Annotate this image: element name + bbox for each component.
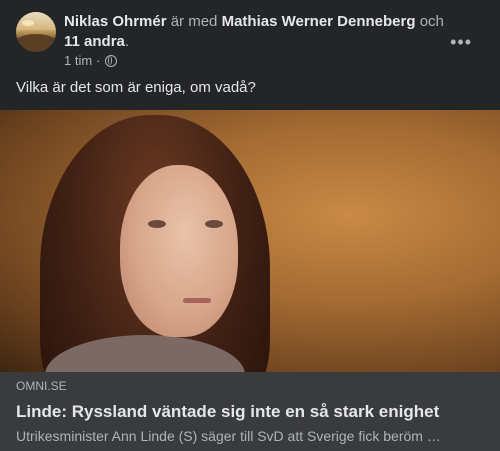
- author-avatar[interactable]: [16, 12, 56, 52]
- feed-post: Niklas Ohrmér är med Mathias Werner Denn…: [0, 0, 500, 451]
- and-text: och: [419, 13, 444, 30]
- link-description: Utrikesminister Ann Linde (S) säger till…: [16, 428, 441, 444]
- post-meta: 1 tim ·: [64, 53, 117, 68]
- globe-icon[interactable]: [104, 54, 117, 67]
- link-preview[interactable]: OMNI.SE Linde: Ryssland väntade sig inte…: [0, 372, 500, 451]
- post-title: Niklas Ohrmér är med Mathias Werner Denn…: [64, 12, 454, 52]
- avatar-hill: [16, 34, 56, 52]
- author-name[interactable]: Niklas Ohrmér: [64, 13, 167, 30]
- with-text: är med: [170, 13, 218, 30]
- photo-right-eye: [205, 220, 223, 228]
- link-preview-image[interactable]: [0, 110, 500, 372]
- post-message: Vilka är det som är eniga, om vadå?: [16, 79, 256, 96]
- link-headline[interactable]: Linde: Ryssland väntade sig inte en så s…: [16, 400, 484, 424]
- avatar-sun: [22, 20, 34, 26]
- post-timestamp[interactable]: 1 tim: [64, 53, 92, 68]
- others-link[interactable]: 11 andra: [64, 33, 125, 50]
- more-options-icon[interactable]: •••: [450, 32, 472, 53]
- link-domain: OMNI.SE: [16, 379, 67, 393]
- meta-separator: ·: [96, 53, 101, 68]
- photo-left-eye: [148, 220, 166, 228]
- photo-mouth: [183, 298, 211, 303]
- title-period: .: [124, 33, 130, 50]
- photo-face: [120, 165, 238, 337]
- tagged-person[interactable]: Mathias Werner Denneberg: [222, 13, 416, 30]
